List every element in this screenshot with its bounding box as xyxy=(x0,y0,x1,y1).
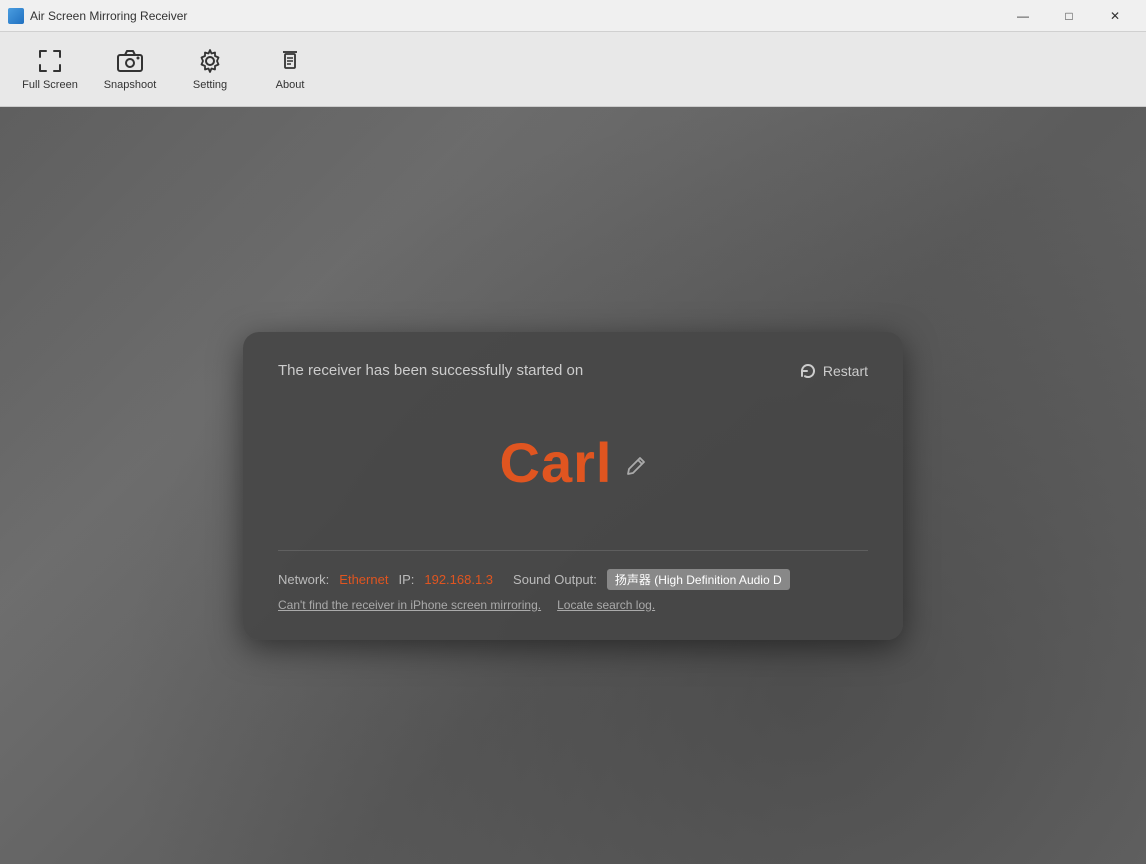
help-row: Can't find the receiver in iPhone screen… xyxy=(278,598,868,612)
network-value: Ethernet xyxy=(339,572,388,587)
edit-icon[interactable] xyxy=(626,456,646,476)
ip-value: 192.168.1.3 xyxy=(424,572,493,587)
sound-label: Sound Output: xyxy=(513,572,597,587)
about-button[interactable]: About xyxy=(250,37,330,102)
status-text: The receiver has been successfully start… xyxy=(278,362,583,379)
device-name: Carl xyxy=(500,430,613,495)
camera-icon xyxy=(116,47,144,75)
sound-value: 扬声器 (High Definition Audio D xyxy=(607,569,790,590)
snapshot-button[interactable]: Snapshoot xyxy=(90,37,170,102)
card-header: The receiver has been successfully start… xyxy=(278,362,868,380)
info-card: The receiver has been successfully start… xyxy=(243,332,903,640)
app-icon xyxy=(8,8,24,24)
close-button[interactable]: ✕ xyxy=(1092,0,1138,32)
restart-button[interactable]: Restart xyxy=(799,362,868,380)
window-title: Air Screen Mirroring Receiver xyxy=(30,9,187,23)
fullscreen-button[interactable]: Full Screen xyxy=(10,37,90,102)
snapshot-label: Snapshoot xyxy=(104,79,157,91)
window-controls: — □ ✕ xyxy=(1000,0,1138,32)
network-label: Network: xyxy=(278,572,329,587)
card-footer: Network: Ethernet IP: 192.168.1.3 Sound … xyxy=(278,550,868,612)
help-link-1[interactable]: Can't find the receiver in iPhone screen… xyxy=(278,598,541,612)
maximize-button[interactable]: □ xyxy=(1046,0,1092,32)
title-bar-left: Air Screen Mirroring Receiver xyxy=(8,8,187,24)
setting-button[interactable]: Setting xyxy=(170,37,250,102)
restart-label: Restart xyxy=(823,363,868,379)
about-icon xyxy=(276,47,304,75)
setting-label: Setting xyxy=(193,79,227,91)
help-link-2[interactable]: Locate search log. xyxy=(557,598,655,612)
device-name-area: Carl xyxy=(278,430,868,495)
minimize-button[interactable]: — xyxy=(1000,0,1046,32)
restart-icon xyxy=(799,362,817,380)
about-label: About xyxy=(276,79,305,91)
toolbar: Full Screen Snapshoot Setting xyxy=(0,32,1146,107)
gear-icon xyxy=(196,47,224,75)
main-content: The receiver has been successfully start… xyxy=(0,107,1146,864)
ip-label: IP: xyxy=(398,572,414,587)
fullscreen-icon xyxy=(36,47,64,75)
fullscreen-label: Full Screen xyxy=(22,79,78,91)
network-row: Network: Ethernet IP: 192.168.1.3 Sound … xyxy=(278,569,868,590)
title-bar: Air Screen Mirroring Receiver — □ ✕ xyxy=(0,0,1146,32)
